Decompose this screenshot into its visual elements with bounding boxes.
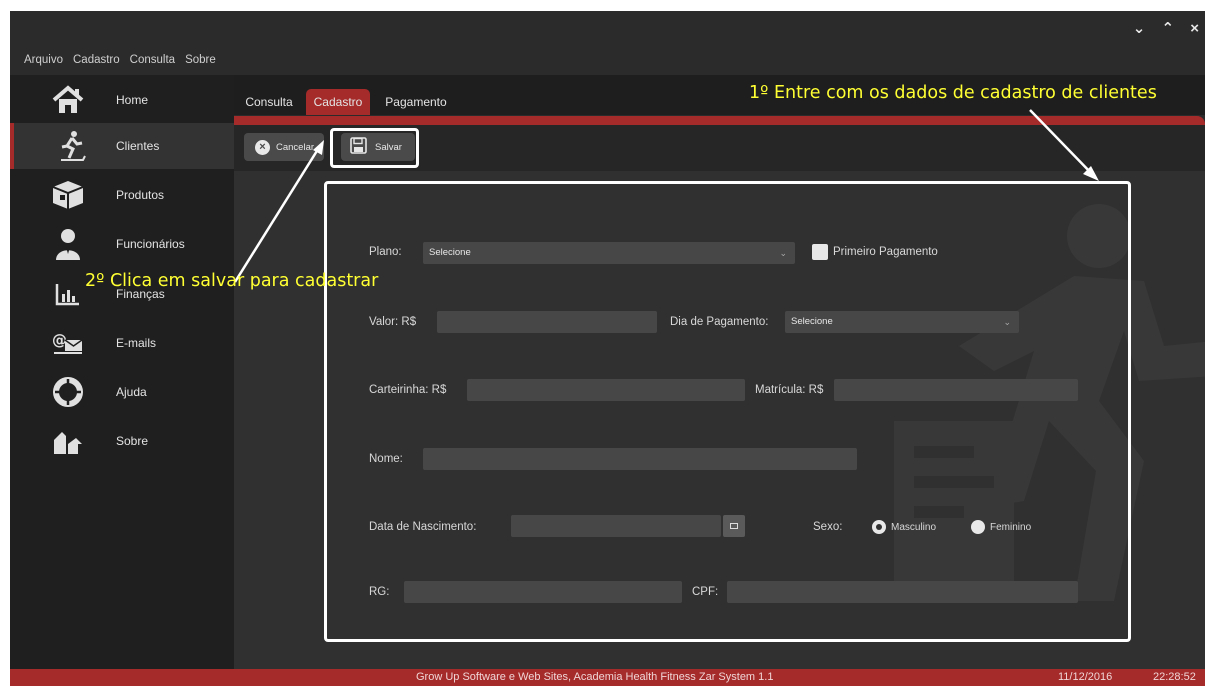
annotation-step1: 1º Entre com os dados de cadastro de cli…	[749, 83, 1157, 103]
annotation-step2: 2º Clica em salvar para cadastrar	[85, 271, 379, 291]
